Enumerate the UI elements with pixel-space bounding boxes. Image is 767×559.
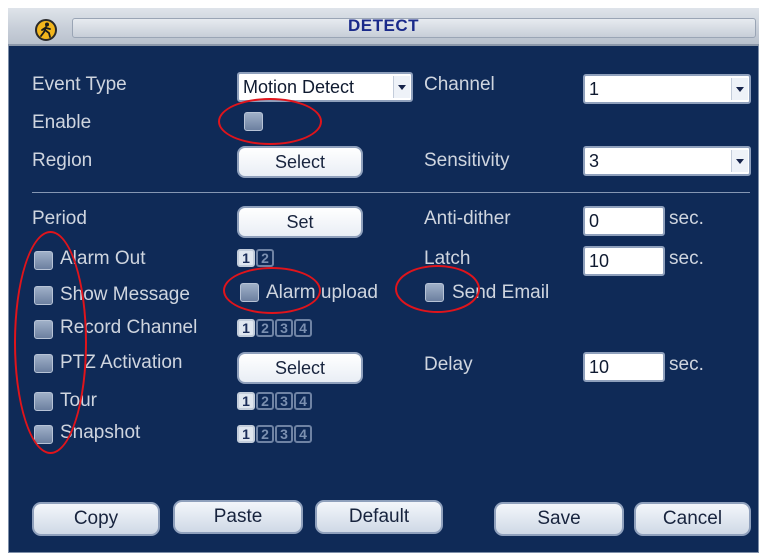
latch-label: Latch bbox=[424, 248, 471, 269]
enable-label: Enable bbox=[32, 112, 92, 133]
delay-input[interactable]: 10 bbox=[583, 352, 665, 382]
period-set-button[interactable]: Set bbox=[237, 206, 363, 238]
record-channel-label: Record Channel bbox=[60, 317, 198, 338]
anti-dither-unit: sec. bbox=[669, 208, 704, 229]
send-email-checkbox[interactable] bbox=[425, 283, 444, 302]
sensitivity-value: 3 bbox=[589, 151, 600, 171]
alarm-out-channel-2[interactable]: 2 bbox=[256, 249, 274, 267]
alarm-out-label: Alarm Out bbox=[60, 248, 146, 269]
ptz-activation-checkbox[interactable] bbox=[34, 354, 53, 373]
save-button[interactable]: Save bbox=[494, 502, 624, 536]
delay-unit: sec. bbox=[669, 354, 704, 375]
chevron-down-icon bbox=[731, 78, 748, 100]
snapshot-channel-3[interactable]: 3 bbox=[275, 425, 293, 443]
latch-input[interactable]: 10 bbox=[583, 246, 665, 276]
chevron-down-icon bbox=[731, 150, 748, 172]
tour-checkbox[interactable] bbox=[34, 392, 53, 411]
delay-label: Delay bbox=[424, 354, 473, 375]
chevron-down-icon bbox=[393, 76, 410, 98]
region-select-button[interactable]: Select bbox=[237, 146, 363, 178]
tour-channel-2[interactable]: 2 bbox=[256, 392, 274, 410]
event-type-value: Motion Detect bbox=[243, 77, 355, 97]
snapshot-channel-4[interactable]: 4 bbox=[294, 425, 312, 443]
tour-channel-4[interactable]: 4 bbox=[294, 392, 312, 410]
snapshot-label: Snapshot bbox=[60, 422, 141, 443]
divider bbox=[32, 192, 750, 193]
anti-dither-label: Anti-dither bbox=[424, 208, 511, 229]
paste-button[interactable]: Paste bbox=[173, 500, 303, 534]
person-walking-icon bbox=[35, 19, 57, 41]
latch-unit: sec. bbox=[669, 248, 704, 269]
title-bar: DETECT bbox=[8, 8, 759, 46]
region-label: Region bbox=[32, 150, 93, 171]
snapshot-channel-1[interactable]: 1 bbox=[237, 425, 255, 443]
sensitivity-label: Sensitivity bbox=[424, 150, 510, 171]
event-type-label: Event Type bbox=[32, 74, 127, 95]
event-type-select[interactable]: Motion Detect bbox=[237, 72, 413, 102]
tour-channel-1[interactable]: 1 bbox=[237, 392, 255, 410]
alarm-out-channel-1[interactable]: 1 bbox=[237, 249, 255, 267]
record-channel-checkbox[interactable] bbox=[34, 320, 53, 339]
ptz-activation-label: PTZ Activation bbox=[60, 352, 183, 373]
anti-dither-input[interactable]: 0 bbox=[583, 206, 665, 236]
cancel-button[interactable]: Cancel bbox=[634, 502, 751, 536]
tour-channel-3[interactable]: 3 bbox=[275, 392, 293, 410]
show-message-checkbox[interactable] bbox=[34, 286, 53, 305]
record-channel-3[interactable]: 3 bbox=[275, 319, 293, 337]
record-channel-1[interactable]: 1 bbox=[237, 319, 255, 337]
snapshot-channel-2[interactable]: 2 bbox=[256, 425, 274, 443]
alarm-upload-checkbox[interactable] bbox=[240, 283, 259, 302]
alarm-out-checkbox[interactable] bbox=[34, 251, 53, 270]
window-title: DETECT bbox=[348, 16, 419, 35]
channel-select[interactable]: 1 bbox=[583, 74, 751, 104]
ptz-select-button[interactable]: Select bbox=[237, 352, 363, 384]
channel-value: 1 bbox=[589, 79, 600, 99]
snapshot-checkbox[interactable] bbox=[34, 425, 53, 444]
send-email-label: Send Email bbox=[452, 282, 550, 303]
default-button[interactable]: Default bbox=[315, 500, 443, 534]
sensitivity-select[interactable]: 3 bbox=[583, 146, 751, 176]
tour-label: Tour bbox=[60, 390, 97, 411]
alarm-upload-label: Alarm upload bbox=[266, 282, 378, 303]
enable-checkbox[interactable] bbox=[244, 112, 263, 131]
period-label: Period bbox=[32, 208, 87, 229]
show-message-label: Show Message bbox=[60, 284, 190, 305]
record-channel-2[interactable]: 2 bbox=[256, 319, 274, 337]
record-channel-4[interactable]: 4 bbox=[294, 319, 312, 337]
channel-label: Channel bbox=[424, 74, 495, 95]
copy-button[interactable]: Copy bbox=[32, 502, 160, 536]
